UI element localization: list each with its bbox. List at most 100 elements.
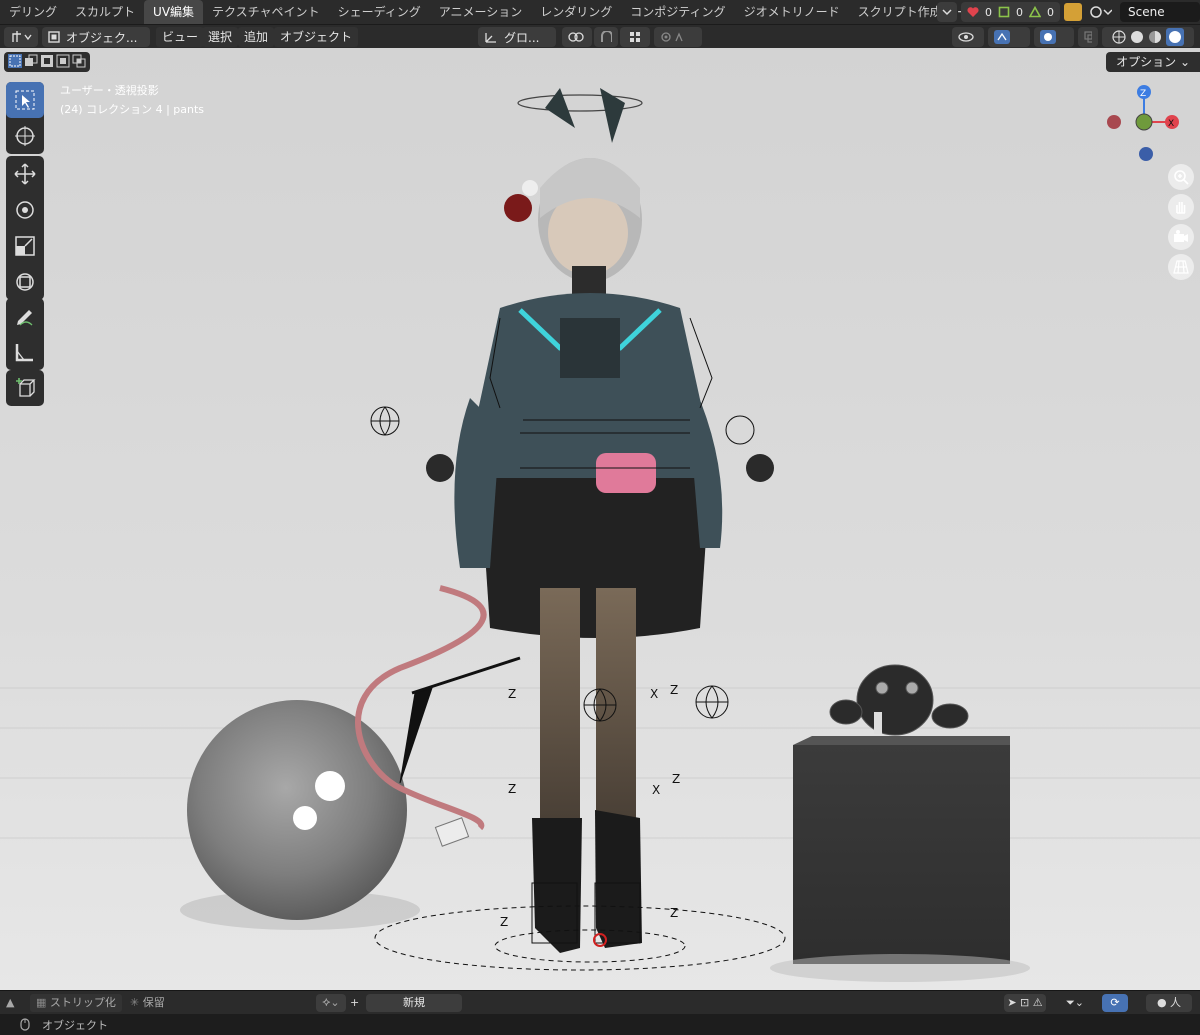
move-icon	[14, 163, 36, 185]
overlays-icon	[1040, 30, 1056, 44]
wireframe-shading-icon[interactable]	[1112, 30, 1126, 44]
snap-target-button[interactable]	[620, 27, 650, 47]
svg-text:Z: Z	[670, 906, 678, 920]
header-menu-item[interactable]: 追加	[238, 27, 275, 47]
toolbar-select-group	[6, 82, 44, 154]
keep-button[interactable]: ✳ 保留	[130, 994, 165, 1012]
select-box-tool[interactable]	[6, 82, 44, 118]
selection-mode-group[interactable]	[4, 52, 90, 72]
workspace-tab[interactable]: ジオメトリノード	[735, 0, 849, 24]
workspace-tab[interactable]: UV編集	[144, 0, 204, 24]
xray-toggle[interactable]	[1078, 27, 1098, 47]
scene-name-field[interactable]: Scene	[1120, 2, 1200, 22]
transform-orientation-dropdown[interactable]: グロ...	[478, 27, 556, 47]
sync-toggle[interactable]: ⟳	[1102, 994, 1128, 1012]
select-box-icon	[15, 90, 35, 110]
square-count: 0	[1016, 5, 1023, 19]
select-new-icon[interactable]	[8, 54, 22, 68]
zoom-button[interactable]	[1168, 164, 1194, 190]
header-menu-item[interactable]: オブジェクト	[274, 27, 359, 47]
material-shading-icon[interactable]	[1148, 30, 1162, 44]
render-icon[interactable]	[1064, 3, 1082, 21]
header-menu-item[interactable]: ビュー	[156, 27, 205, 47]
mode-label: オブジェク...	[66, 30, 138, 45]
svg-text:X: X	[1168, 119, 1174, 129]
svg-text:X: X	[650, 687, 658, 701]
heart-icon	[967, 7, 979, 17]
rendered-shading-icon[interactable]	[1166, 28, 1184, 46]
selection-filter-buttons[interactable]: ➤ ⊡ ⚠	[1004, 994, 1046, 1012]
options-dropdown[interactable]: オプション ⌄	[1106, 52, 1200, 72]
perspective-toggle-button[interactable]	[1168, 254, 1194, 280]
axis-labels: Z Z X Z Z X Z Z	[500, 683, 680, 929]
ruler-icon	[15, 344, 33, 362]
dropdown-button[interactable]	[937, 2, 957, 22]
strip-button[interactable]: ▦ ストリップ化	[30, 994, 122, 1012]
workspace-tab[interactable]: スカルプト	[66, 0, 144, 24]
monkey-object	[829, 664, 969, 736]
svg-text:Z: Z	[670, 683, 678, 697]
proportional-edit-button[interactable]	[654, 27, 702, 47]
move-tool[interactable]	[6, 156, 44, 192]
hand-icon	[1176, 202, 1186, 214]
add-cube-tool[interactable]	[6, 370, 44, 406]
workspace-tab[interactable]: コンポジティング	[621, 0, 734, 24]
editor-type-button[interactable]	[4, 27, 38, 47]
zoom-icon	[1174, 170, 1189, 185]
action-type-dropdown[interactable]: ⯎⌄	[316, 994, 346, 1012]
pivot-button[interactable]	[562, 27, 592, 47]
toolbar-annotate-group	[6, 298, 44, 370]
cursor-tool[interactable]	[6, 118, 44, 154]
workspace-tab[interactable]: スクリプト作成	[849, 0, 951, 24]
visibility-button[interactable]	[952, 27, 984, 47]
select-extend-icon[interactable]	[24, 54, 38, 68]
collapse-button[interactable]: ▲	[6, 994, 14, 1012]
proportional-edit-icon	[661, 32, 683, 42]
link-icon	[568, 32, 584, 42]
camera-view-button[interactable]	[1168, 224, 1194, 250]
rotate-icon	[16, 201, 34, 219]
measure-tool[interactable]	[6, 334, 44, 370]
transform-tool[interactable]	[6, 264, 44, 300]
gizmo-toggle[interactable]	[988, 27, 1030, 47]
cursor-icon	[15, 126, 35, 146]
filter-icon[interactable]: ⏷⌄	[1066, 994, 1084, 1012]
collection-label: (24) コレクション 4 | pants	[60, 103, 205, 116]
workspace-tab[interactable]: レンダリング	[531, 0, 621, 24]
scene-icon	[1090, 6, 1112, 18]
viewport-header: オブジェク... ビュー 選択 追加 オブジェクト グロ...	[0, 24, 1200, 48]
svg-text:Z: Z	[508, 687, 516, 701]
magnet-icon	[601, 31, 612, 42]
annotate-tool[interactable]	[6, 298, 44, 334]
scene-selector-button[interactable]	[1086, 2, 1116, 22]
mode-dropdown[interactable]: オブジェク...	[42, 27, 150, 47]
status-mode-label: オブジェクト	[42, 1019, 108, 1032]
select-invert-icon[interactable]	[56, 54, 70, 68]
select-subtract-icon[interactable]	[40, 54, 54, 68]
navigation-gizmo[interactable]: Z X	[1100, 84, 1190, 164]
svg-text:Z: Z	[1140, 89, 1146, 99]
add-action-icon[interactable]: +	[350, 994, 359, 1012]
rotate-tool[interactable]	[6, 192, 44, 228]
scale-icon	[15, 236, 35, 256]
overlays-toggle[interactable]	[1034, 27, 1074, 47]
orientation-label: グロ...	[504, 30, 540, 45]
new-action-button[interactable]: 新規	[366, 994, 462, 1012]
solid-shading-icon[interactable]	[1130, 30, 1144, 44]
viewport-editor-icon	[12, 31, 32, 42]
scale-tool[interactable]	[6, 228, 44, 264]
pivot-dropdown[interactable]: ● 人	[1146, 994, 1192, 1012]
header-menu-item[interactable]: 選択	[202, 27, 239, 47]
status-bar: オブジェクト	[0, 1014, 1200, 1035]
eye-icon	[958, 32, 974, 42]
snap-toggle[interactable]	[594, 27, 618, 47]
select-intersect-icon[interactable]	[72, 54, 86, 68]
workspace-tab[interactable]: テクスチャペイント	[203, 0, 329, 24]
3d-viewport[interactable]: Z Z X Z Z X Z Z ユーザー・透視投影 (24) コレクション 4 …	[0, 48, 1200, 990]
workspace-tab[interactable]: アニメーション	[430, 0, 532, 24]
workspace-tab[interactable]: シェーディング	[329, 0, 430, 24]
shading-mode-group[interactable]	[1102, 27, 1194, 47]
toolbar-transform-group	[6, 156, 44, 300]
pan-button[interactable]	[1168, 194, 1194, 220]
workspace-tab[interactable]: デリング	[0, 0, 66, 24]
